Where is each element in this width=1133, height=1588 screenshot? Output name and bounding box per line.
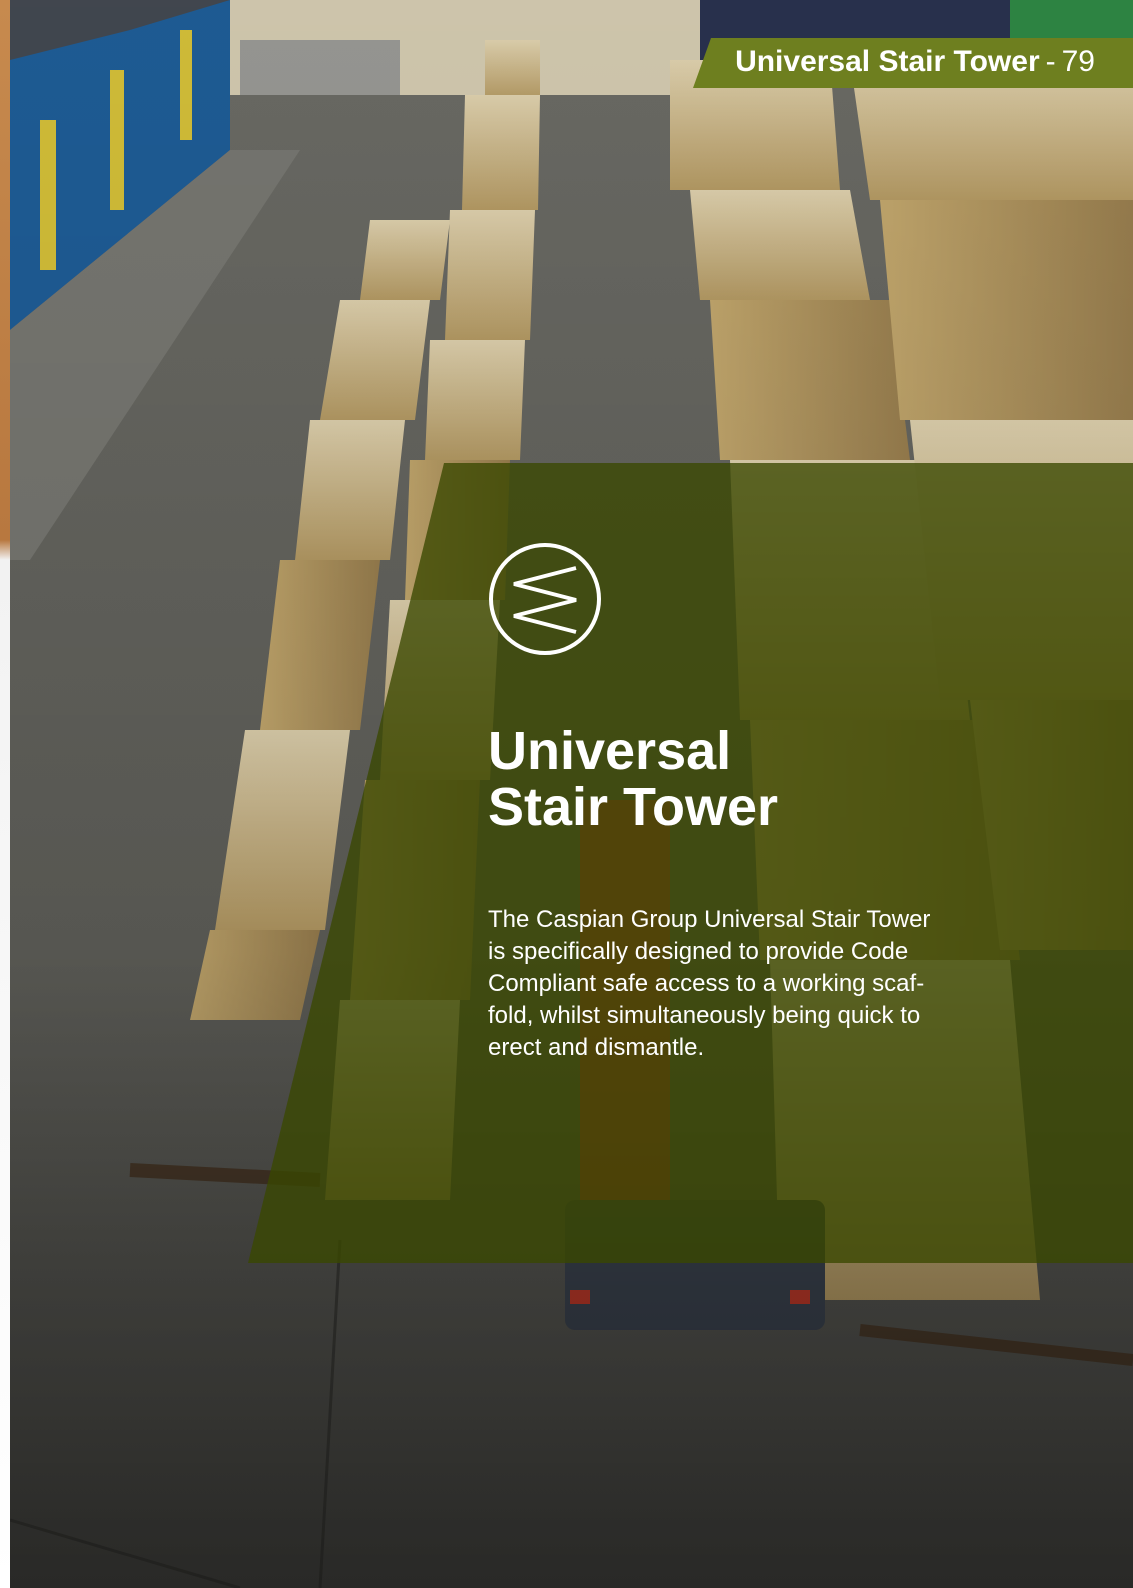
running-header: Universal Stair Tower -79 — [735, 45, 1095, 79]
section-title: Universal Stair Tower — [488, 723, 1048, 835]
description-line: erect and dismantle. — [488, 1034, 705, 1061]
page-number: 79 — [1061, 45, 1095, 78]
description-line: Compliant safe access to a working scaf- — [488, 970, 925, 997]
section-title-line: Universal — [488, 721, 732, 781]
description-line: is specifically designed to provide Code — [488, 938, 909, 965]
section-description: The Caspian Group Universal Stair Tower … — [488, 904, 998, 1064]
header-title: Universal Stair Tower — [735, 45, 1040, 78]
header-separator: - — [1045, 45, 1056, 78]
brochure-page: Universal Stair Tower -79 Universal Stair… — [0, 0, 1133, 1588]
caspian-logo-icon — [488, 542, 602, 656]
description-line: fold, whilst simultaneously being quick … — [488, 1002, 921, 1029]
section-title-line: Stair Tower — [488, 777, 779, 837]
page-edge — [0, 0, 10, 1588]
description-line: The Caspian Group Universal Stair Tower — [488, 906, 931, 933]
